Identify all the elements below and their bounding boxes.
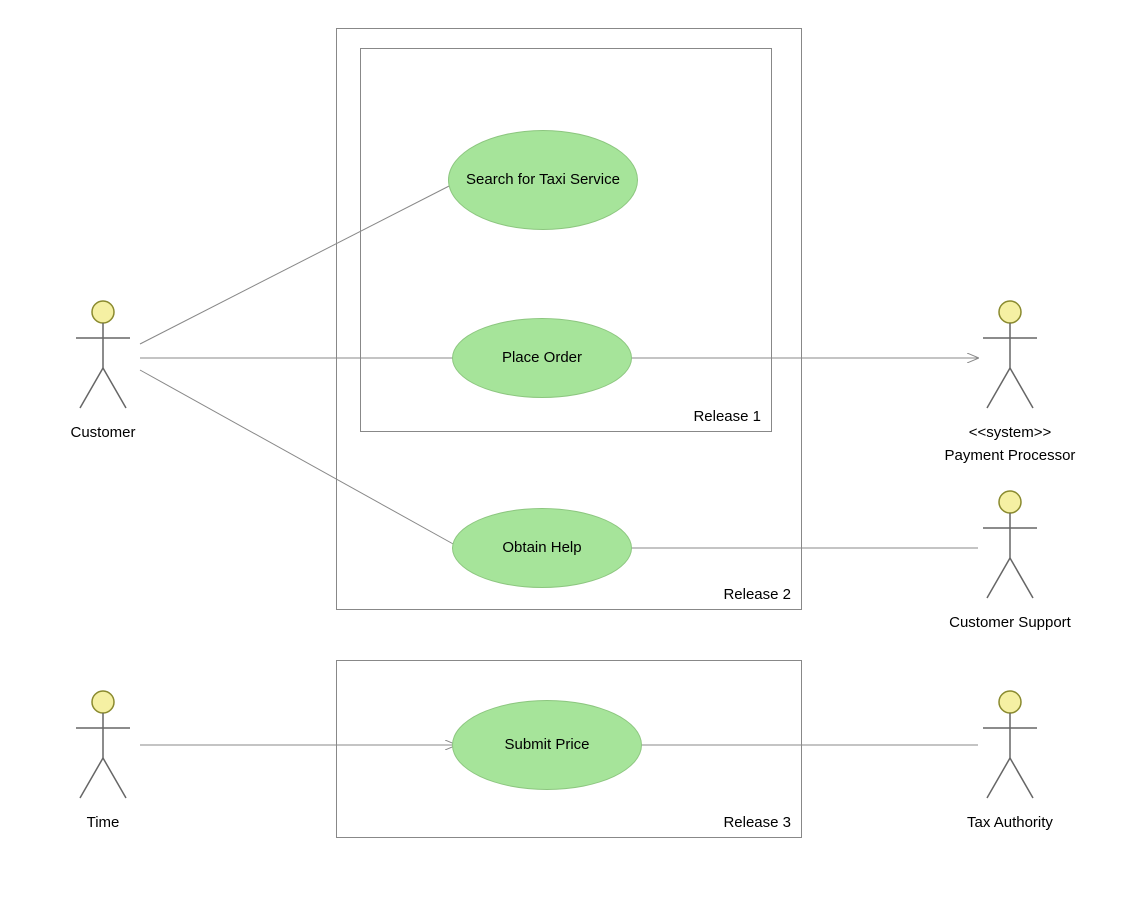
usecase-search-taxi-label: Search for Taxi Service	[466, 171, 620, 189]
actor-time: Time	[68, 688, 138, 831]
actor-payment-processor-icon	[975, 298, 1045, 418]
diagram-canvas: Release 2 Release 1 Release 3 Search for…	[0, 0, 1144, 900]
actor-customer-label: Customer	[68, 424, 138, 441]
usecase-submit-price: Submit Price	[452, 700, 642, 790]
actor-customer: Customer	[68, 298, 138, 441]
usecase-search-taxi: Search for Taxi Service	[448, 130, 638, 230]
usecase-obtain-help-label: Obtain Help	[502, 539, 581, 557]
boundary-release1-label: Release 1	[693, 408, 761, 425]
actor-time-icon	[68, 688, 138, 808]
actor-tax-authority: Tax Authority	[940, 688, 1080, 831]
usecase-place-order-label: Place Order	[502, 349, 582, 367]
actor-customer-support: Customer Support	[935, 488, 1085, 631]
usecase-obtain-help: Obtain Help	[452, 508, 632, 588]
actor-customer-support-label: Customer Support	[935, 614, 1085, 631]
usecase-submit-price-label: Submit Price	[504, 736, 589, 754]
boundary-release3-label: Release 3	[723, 814, 791, 831]
actor-payment-processor-stereotype: <<system>>	[940, 424, 1080, 441]
boundary-release2-label: Release 2	[723, 586, 791, 603]
actor-tax-authority-label: Tax Authority	[940, 814, 1080, 831]
usecase-place-order: Place Order	[452, 318, 632, 398]
actor-payment-processor: <<system>> Payment Processor	[940, 298, 1080, 464]
actor-time-label: Time	[68, 814, 138, 831]
actor-payment-processor-label: Payment Processor	[940, 447, 1080, 464]
actor-customer-icon	[68, 298, 138, 418]
actor-customer-support-icon	[975, 488, 1045, 608]
actor-tax-authority-icon	[975, 688, 1045, 808]
